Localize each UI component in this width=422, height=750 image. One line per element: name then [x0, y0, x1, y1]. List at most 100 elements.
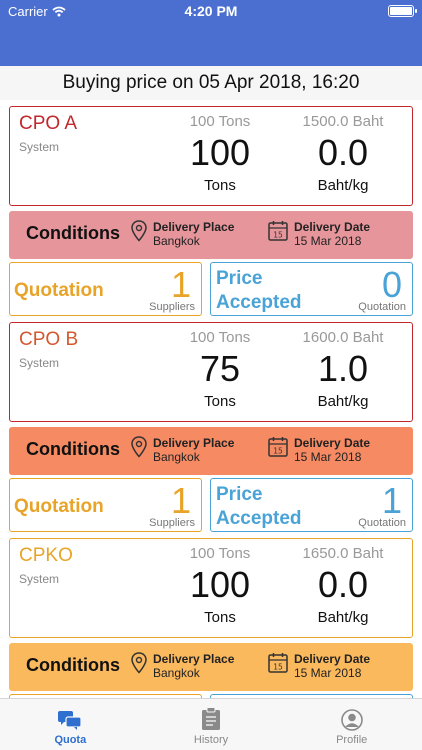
- delivery-date: 15 Delivery Date 15 Mar 2018: [268, 220, 370, 248]
- delivery-place: Delivery Place Bangkok: [131, 652, 234, 680]
- product-card[interactable]: CPO A System 100 Tons 100 Tons 1500.0 Ba…: [9, 106, 413, 206]
- price-accepted-count: 1: [381, 480, 402, 521]
- quotation-label: Quotation: [14, 496, 104, 517]
- product-block: CPKO System 100 Tons 100 Tons 1650.0 Bah…: [0, 538, 422, 698]
- tons-column: 100 Tons 100 Tons: [170, 113, 270, 194]
- delivery-date-label: Delivery Date: [294, 436, 371, 450]
- product-block: CPO A System 100 Tons 100 Tons 1500.0 Ba…: [0, 106, 422, 316]
- tons-total: 100 Tons: [189, 329, 251, 346]
- tab-bar: Quota History Profile: [0, 698, 422, 750]
- delivery-place-value: Bangkok: [153, 450, 200, 464]
- tab-quota[interactable]: Quota: [0, 699, 141, 750]
- price-column: 1650.0 Baht 0.0 Baht/kg: [278, 545, 408, 626]
- chat-bubbles-icon: [58, 711, 82, 730]
- price-unit: Baht/kg: [317, 177, 369, 194]
- price-value: 0.0: [317, 564, 369, 605]
- conditions-title: Conditions: [26, 439, 120, 459]
- quota-list[interactable]: CPO A System 100 Tons 100 Tons 1500.0 Ba…: [0, 100, 422, 698]
- price-total: 1650.0 Baht: [302, 545, 384, 562]
- location-pin-icon: [131, 436, 147, 458]
- calendar-icon: 15: [268, 221, 288, 241]
- product-card[interactable]: CPKO System 100 Tons 100 Tons 1650.0 Bah…: [9, 538, 413, 638]
- tons-value: 100: [189, 132, 251, 173]
- product-block: CPO B System 100 Tons 75 Tons 1600.0 Bah…: [0, 322, 422, 532]
- conditions-bar[interactable]: Conditions Delivery Place Bangkok 15 Del…: [9, 211, 413, 259]
- tons-total: 100 Tons: [189, 113, 251, 130]
- status-bar: Carrier 4:20 PM: [0, 0, 422, 22]
- price-accepted-unit: Quotation: [358, 301, 406, 313]
- tab-history-label: History: [193, 734, 229, 746]
- clipboard-icon: [202, 707, 220, 730]
- price-accepted-label-line2: Accepted: [216, 508, 302, 529]
- delivery-date-value: 15 Mar 2018: [294, 450, 362, 464]
- delivery-place-label: Delivery Place: [153, 436, 235, 450]
- price-column: 1600.0 Baht 1.0 Baht/kg: [278, 329, 408, 410]
- tab-profile[interactable]: Profile: [281, 699, 422, 750]
- price-accepted-label-line2: Accepted: [216, 292, 302, 313]
- quotation-count: 1: [170, 264, 191, 305]
- product-name: CPKO: [19, 545, 73, 566]
- battery-icon: [388, 5, 417, 17]
- delivery-place: Delivery Place Bangkok: [131, 436, 234, 464]
- quotation-count: 1: [170, 480, 191, 521]
- calendar-icon: 15: [268, 653, 288, 673]
- location-pin-icon: [131, 220, 147, 242]
- location-pin-icon: [131, 652, 147, 674]
- price-accepted-unit: Quotation: [358, 517, 406, 529]
- buying-price-title: Buying price on 05 Apr 2018, 16:20: [0, 66, 422, 100]
- tons-unit: Tons: [204, 393, 236, 410]
- price-accepted-button[interactable]: Price Accepted 0 Quotation: [210, 262, 413, 316]
- quotation-row: Quotation 1 Suppliers Price Accepted 1 Q…: [9, 478, 413, 532]
- price-value: 1.0: [317, 348, 369, 389]
- quotation-label: Quotation: [14, 280, 104, 301]
- clock-time: 4:20 PM: [184, 3, 238, 19]
- tons-unit: Tons: [204, 177, 236, 194]
- product-source: System: [19, 572, 60, 586]
- quotation-row: Quotation 1 Suppliers Price Accepted 0 Q…: [9, 262, 413, 316]
- tab-profile-label: Profile: [336, 734, 368, 746]
- price-accepted-button[interactable]: Price Accepted 1 Quotation: [210, 478, 413, 532]
- svg-text:15: 15: [273, 231, 283, 240]
- conditions-bar[interactable]: Conditions Delivery Place Bangkok 15 Del…: [9, 643, 413, 691]
- tons-value: 75: [199, 348, 241, 389]
- calendar-icon: 15: [268, 437, 288, 457]
- tons-unit: Tons: [204, 609, 236, 626]
- price-accepted-count: 0: [381, 264, 402, 305]
- price-value: 0.0: [317, 132, 369, 173]
- product-source: System: [19, 356, 60, 370]
- conditions-bar[interactable]: Conditions Delivery Place Bangkok 15 Del…: [9, 427, 413, 475]
- delivery-date: 15 Delivery Date 15 Mar 2018: [268, 436, 370, 464]
- product-source: System: [19, 140, 60, 154]
- price-total: 1500.0 Baht: [302, 113, 384, 130]
- delivery-place-value: Bangkok: [153, 666, 200, 680]
- delivery-date-label: Delivery Date: [294, 220, 371, 234]
- price-unit: Baht/kg: [317, 393, 369, 410]
- quotation-unit: Suppliers: [149, 517, 195, 529]
- product-name: CPO A: [19, 113, 78, 134]
- person-circle-icon: [340, 709, 363, 731]
- price-total: 1600.0 Baht: [302, 329, 384, 346]
- quotation-button[interactable]: Quotation 1 Suppliers: [9, 478, 202, 532]
- price-unit: Baht/kg: [317, 609, 369, 626]
- price-accepted-label: Price Accepted: [216, 483, 302, 531]
- tons-value: 100: [189, 564, 251, 605]
- tab-history[interactable]: History: [141, 699, 282, 750]
- delivery-place-label: Delivery Place: [153, 652, 235, 666]
- delivery-date-value: 15 Mar 2018: [294, 234, 362, 248]
- price-accepted-label-line1: Price: [216, 484, 263, 505]
- svg-text:15: 15: [273, 663, 283, 672]
- quotation-button[interactable]: Quotation 1 Suppliers: [9, 262, 202, 316]
- price-accepted-label: Price Accepted: [216, 267, 302, 315]
- delivery-place-value: Bangkok: [153, 234, 200, 248]
- delivery-place: Delivery Place Bangkok: [131, 220, 234, 248]
- product-card[interactable]: CPO B System 100 Tons 75 Tons 1600.0 Bah…: [9, 322, 413, 422]
- price-accepted-label-line1: Price: [216, 268, 263, 289]
- delivery-place-label: Delivery Place: [153, 220, 235, 234]
- app-header: Carrier 4:20 PM: [0, 0, 422, 66]
- tons-total: 100 Tons: [189, 545, 251, 562]
- tons-column: 100 Tons 75 Tons: [170, 329, 270, 410]
- tons-column: 100 Tons 100 Tons: [170, 545, 270, 626]
- quotation-unit: Suppliers: [149, 301, 195, 313]
- price-column: 1500.0 Baht 0.0 Baht/kg: [278, 113, 408, 194]
- delivery-date: 15 Delivery Date 15 Mar 2018: [268, 652, 370, 680]
